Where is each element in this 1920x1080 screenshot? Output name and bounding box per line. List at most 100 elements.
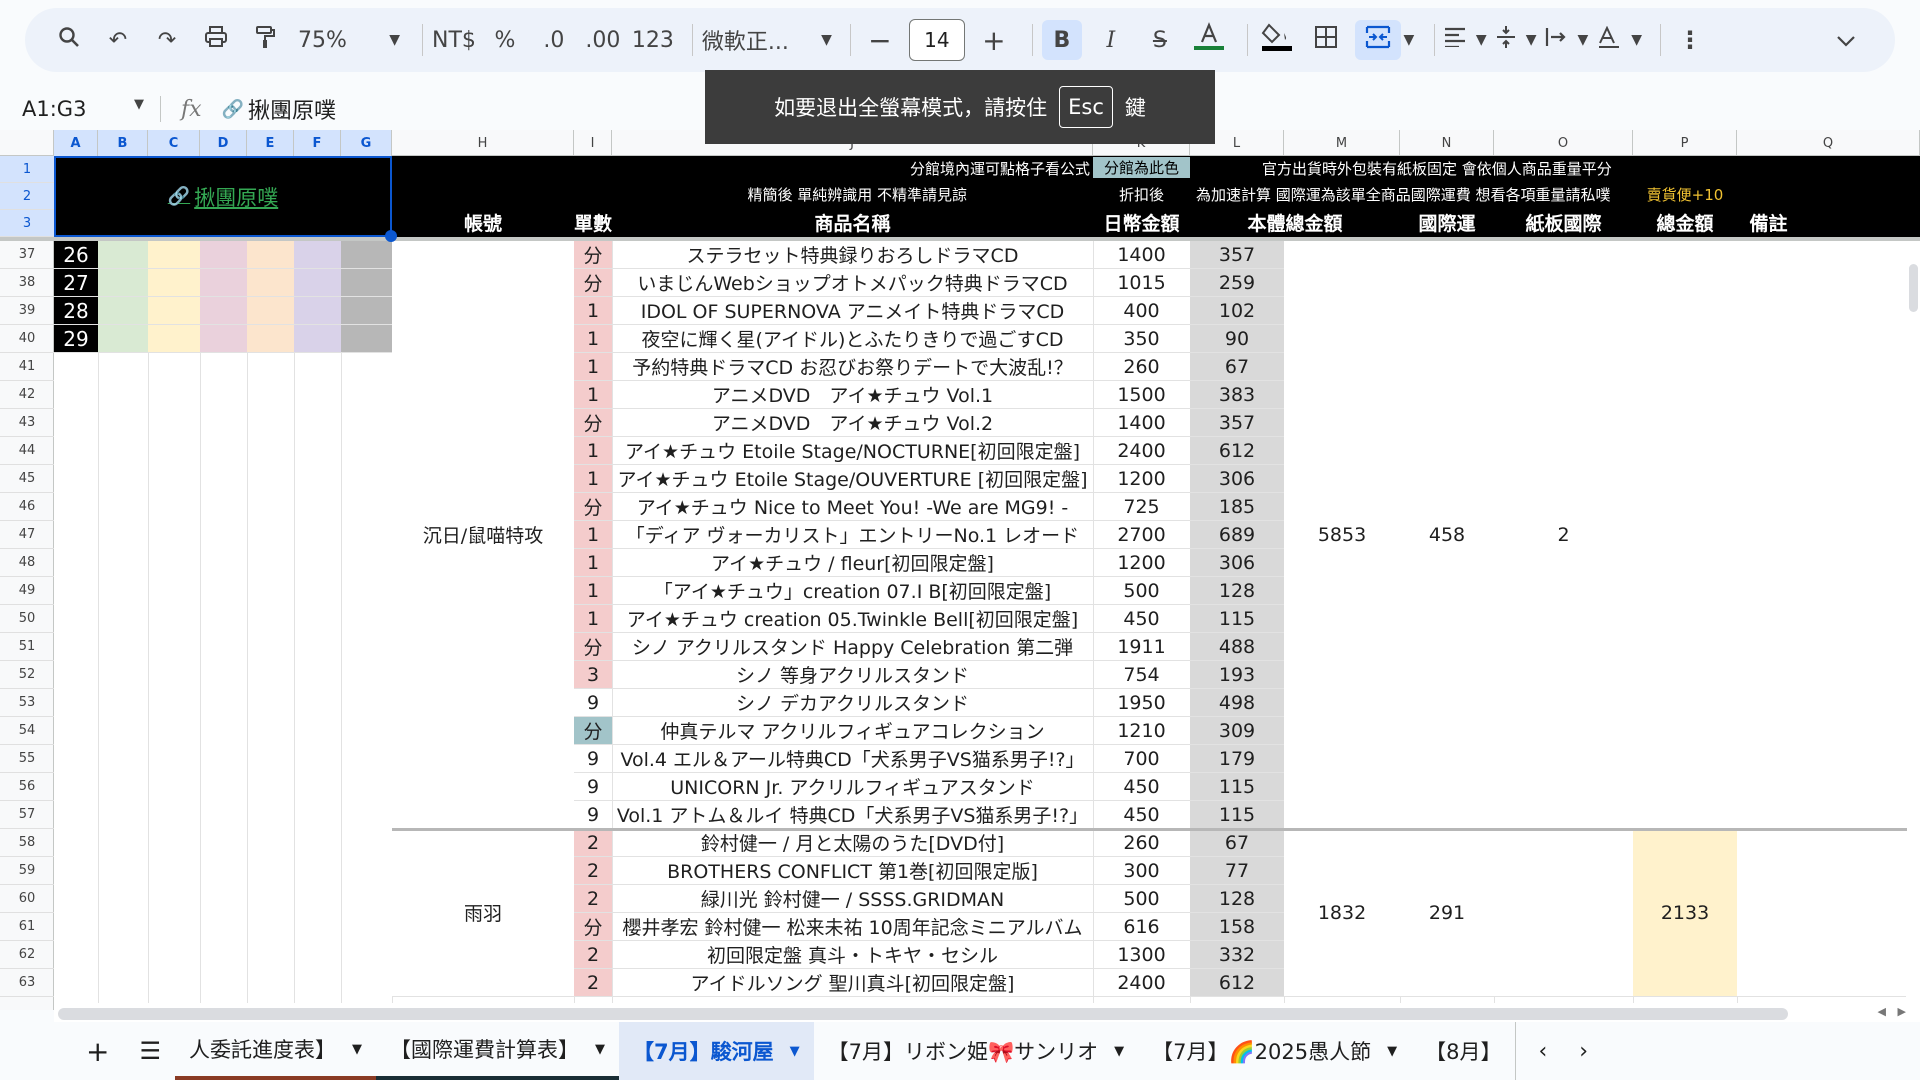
jpy-amount-cell[interactable]: 500: [1093, 577, 1190, 605]
strikethrough-button[interactable]: S: [1140, 20, 1180, 60]
jpy-amount-cell[interactable]: 725: [1093, 493, 1190, 521]
color-swatch-cell[interactable]: [247, 297, 294, 325]
qty-cell[interactable]: 1: [574, 381, 612, 409]
converted-amount-cell[interactable]: 67: [1190, 829, 1284, 857]
qty-cell[interactable]: 1: [574, 325, 612, 353]
column-header-a[interactable]: A: [54, 130, 98, 156]
undo-button[interactable]: ↶: [98, 20, 138, 60]
redo-button[interactable]: ↷: [147, 20, 187, 60]
product-name-cell[interactable]: アイ★チュウ Nice to Meet You! -We are MG9! -: [612, 493, 1093, 521]
note-cell[interactable]: [1737, 241, 1907, 829]
qty-cell[interactable]: 分: [574, 241, 612, 269]
jpy-amount-cell[interactable]: 1200: [1093, 465, 1190, 493]
color-swatch-cell[interactable]: [294, 269, 341, 297]
more-options-button[interactable]: ⋮: [1670, 20, 1710, 60]
product-name-cell[interactable]: BROTHERS CONFLICT 第1巻[初回限定版]: [612, 857, 1093, 885]
column-header-m[interactable]: M: [1284, 130, 1400, 156]
product-name-cell[interactable]: アイ★チュウ creation 05.Twinkle Bell[初回限定盤]: [612, 605, 1093, 633]
sheet-tab[interactable]: 【國際運費計算表】 ▼: [375, 1022, 619, 1080]
converted-amount-cell[interactable]: 383: [1190, 381, 1284, 409]
row-header[interactable]: 63: [0, 969, 54, 997]
converted-amount-cell[interactable]: 612: [1190, 969, 1284, 997]
sheet-tab[interactable]: 人委託進度表】 ▼: [174, 1022, 376, 1080]
row-header[interactable]: 60: [0, 885, 54, 913]
vertical-align-button[interactable]: ▼: [1496, 20, 1536, 60]
row-header[interactable]: 55: [0, 745, 54, 773]
column-header-i[interactable]: I: [574, 130, 612, 156]
intl-shipping-cell[interactable]: 458: [1400, 241, 1494, 829]
text-color-button[interactable]: [1189, 20, 1229, 60]
product-name-cell[interactable]: 緑川光 鈴村健一 / SSSS.GRIDMAN: [612, 885, 1093, 913]
qty-cell[interactable]: 1: [574, 577, 612, 605]
color-swatch-cell[interactable]: [148, 241, 200, 269]
bold-button[interactable]: B: [1041, 20, 1082, 60]
selected-range-a1-g3[interactable]: 🔗 揪團原噗: [54, 156, 397, 242]
color-swatch-cell[interactable]: [98, 297, 148, 325]
row-header[interactable]: 1: [0, 156, 54, 183]
vertical-scrollbar[interactable]: [1906, 260, 1920, 1000]
name-box[interactable]: A1:G3 ▼: [0, 97, 160, 121]
sum-cell[interactable]: [1633, 241, 1737, 829]
product-name-cell[interactable]: 予約特典ドラマCD お忍びお祭りデートで大波乱!？: [612, 353, 1093, 381]
column-header-p[interactable]: P: [1633, 130, 1737, 156]
jpy-amount-cell[interactable]: 260: [1093, 829, 1190, 857]
product-name-cell[interactable]: ステラセット特典録りおろしドラマCD: [612, 241, 1093, 269]
zoom-select[interactable]: 75% ▼: [294, 20, 404, 60]
qty-cell[interactable]: 分: [574, 493, 612, 521]
row-header[interactable]: 39: [0, 297, 54, 325]
account-cell[interactable]: 沉日/鼠喵特攻: [392, 241, 574, 829]
jpy-amount-cell[interactable]: 1911: [1093, 633, 1190, 661]
qty-cell[interactable]: 9: [574, 689, 612, 717]
color-swatch-cell[interactable]: [148, 297, 200, 325]
sheet-tab[interactable]: 【7月】🌈2025愚人節 ▼: [1138, 1022, 1411, 1080]
scroll-tabs-left-button[interactable]: ‹: [1516, 1022, 1569, 1080]
sheet-tab-active[interactable]: 【7月】駿河屋 ▼: [618, 1022, 814, 1080]
intl-shipping-cell[interactable]: 291: [1400, 829, 1494, 997]
product-name-cell[interactable]: アニメDVD アイ★チュウ Vol.1: [612, 381, 1093, 409]
row-header[interactable]: 46: [0, 493, 54, 521]
column-header-g[interactable]: G: [341, 130, 392, 156]
font-size-decrease-button[interactable]: −: [860, 20, 900, 60]
borders-button[interactable]: [1306, 20, 1346, 60]
row-header[interactable]: 40: [0, 325, 54, 353]
qty-cell[interactable]: 1: [574, 549, 612, 577]
product-name-cell[interactable]: シノ 等身アクリルスタンド: [612, 661, 1093, 689]
color-swatch-cell[interactable]: [294, 241, 341, 269]
column-header-o[interactable]: O: [1494, 130, 1633, 156]
converted-amount-cell[interactable]: 193: [1190, 661, 1284, 689]
row-header[interactable]: 58: [0, 829, 54, 857]
jpy-amount-cell[interactable]: 500: [1093, 885, 1190, 913]
converted-amount-cell[interactable]: 179: [1190, 745, 1284, 773]
italic-button[interactable]: I: [1091, 20, 1131, 60]
converted-amount-cell[interactable]: 332: [1190, 941, 1284, 969]
row-header[interactable]: 56: [0, 773, 54, 801]
font-family-select[interactable]: 微軟正... ▼: [702, 20, 832, 60]
product-name-cell[interactable]: アイ★チュウ Etoile Stage/NOCTURNE[初回限定盤]: [612, 437, 1093, 465]
jpy-amount-cell[interactable]: 2700: [1093, 521, 1190, 549]
row-header[interactable]: 41: [0, 353, 54, 381]
color-swatch-cell[interactable]: [148, 269, 200, 297]
font-size-increase-button[interactable]: +: [974, 20, 1014, 60]
jpy-amount-cell[interactable]: 1400: [1093, 241, 1190, 269]
jpy-amount-cell[interactable]: 450: [1093, 773, 1190, 801]
converted-amount-cell[interactable]: 158: [1190, 913, 1284, 941]
color-swatch-cell[interactable]: [247, 241, 294, 269]
color-swatch-cell[interactable]: [98, 241, 148, 269]
jpy-amount-cell[interactable]: 754: [1093, 661, 1190, 689]
horizontal-align-button[interactable]: ▼: [1444, 20, 1487, 60]
scroll-tabs-right-button[interactable]: ›: [1569, 1022, 1598, 1080]
jpy-amount-cell[interactable]: 450: [1093, 801, 1190, 829]
converted-amount-cell[interactable]: 128: [1190, 577, 1284, 605]
jpy-amount-cell[interactable]: 400: [1093, 297, 1190, 325]
collapse-toolbar-button[interactable]: [1826, 20, 1866, 60]
jpy-amount-cell[interactable]: 2400: [1093, 437, 1190, 465]
merge-cells-button[interactable]: [1354, 20, 1401, 60]
total-amount-cell[interactable]: 1832: [1284, 829, 1400, 997]
product-name-cell[interactable]: いまじんWebショップオトメパック特典ドラマCD: [612, 269, 1093, 297]
jpy-amount-cell[interactable]: 1500: [1093, 381, 1190, 409]
qty-cell[interactable]: 1: [574, 521, 612, 549]
scroll-thumb[interactable]: [58, 1008, 1788, 1020]
color-swatch-cell[interactable]: [200, 241, 247, 269]
product-name-cell[interactable]: アイ★チュウ / fleur[初回限定盤]: [612, 549, 1093, 577]
qty-cell[interactable]: 3: [574, 661, 612, 689]
